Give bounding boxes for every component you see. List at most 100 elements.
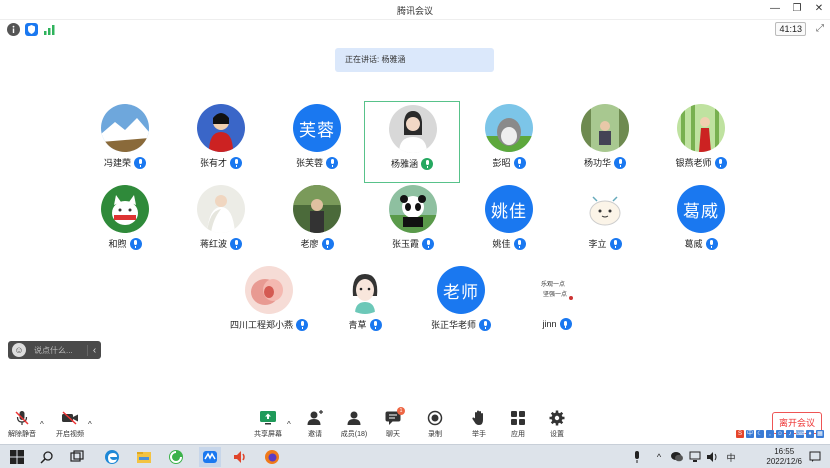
search-icon[interactable] [38,448,56,466]
share-options-chevron-icon[interactable]: ^ [287,420,291,429]
participant-name: 蒋红波 [199,239,227,249]
mic-icon [705,237,718,250]
participant-name-row: 蒋红波 [173,237,269,250]
green-refresh-app-icon[interactable] [167,448,185,466]
members-label: 成员(18) [340,431,368,438]
participant-tile[interactable]: 芙蓉 张芙蓉 [269,101,365,183]
participant-avatar [245,266,293,314]
settings-button[interactable]: 设置 [537,410,577,439]
minimize-icon[interactable]: — [768,2,782,16]
share-screen-button[interactable]: 共享屏幕 [248,410,288,439]
unmute-button[interactable]: 解除静音 [2,410,42,439]
participant-tile[interactable]: 老廖 [269,182,365,264]
ime-shirt-icon[interactable]: ♦ [806,430,814,438]
signal-icon[interactable] [43,23,56,36]
window-title: 腾讯会议 [396,6,433,16]
ime-grid-icon[interactable]: ▦ [816,430,824,438]
participant-avatar: 乐观一点 坚强一点 [533,266,581,314]
participant-name-row: 冯建荣 [77,156,173,169]
participant-name-row: 彭昭 [461,156,557,169]
meeting-window: 腾讯会议 — ❐ ✕ 41:13 ⤢ 正在讲话: 杨雅涵 冯建荣 张有才 芙蓉 张芙蓉… [0,0,830,444]
participant-tile[interactable]: 和煦 [77,182,173,264]
svg-text:坚强一点: 坚强一点 [543,290,567,298]
invite-button[interactable]: 邀请 [295,410,335,439]
participant-avatar [197,185,245,233]
task-view-icon[interactable] [68,448,86,466]
sogou-ime-icon[interactable]: S [736,430,744,438]
tray-volume-icon[interactable] [704,448,722,466]
file-explorer-icon[interactable] [135,448,153,466]
participant-avatar [341,266,389,314]
participant-name-row: 张正华老师 [413,318,509,331]
participant-tile[interactable]: 四川工程郑小燕 [221,263,317,345]
chat-placeholder[interactable]: 说点什么... [34,345,87,356]
tray-network-icon[interactable] [686,448,704,466]
audio-options-chevron-icon[interactable]: ^ [40,420,44,429]
participant-name: 张玉霞 [391,239,419,249]
emoji-icon[interactable]: ☺ [12,343,26,357]
mic-icon [559,318,572,330]
participant-tile[interactable]: 葛威 葛威 [653,182,749,264]
taskbar-clock[interactable]: 16:55 2022/12/6 [766,447,802,467]
participant-tile[interactable]: 青草 [317,263,413,345]
participant-tile[interactable]: 老师 张正华老师 [413,263,509,345]
tray-ime-icon[interactable]: 中 [722,448,740,466]
members-button[interactable]: 成员(18) [334,410,374,439]
participant-name-row: 葛威 [653,237,749,250]
participant-tile[interactable]: 姚佳 姚佳 [461,182,557,264]
tray-chevron-up-icon[interactable]: ^ [650,448,668,466]
participant-avatar [389,105,437,153]
windows-start-icon[interactable] [8,448,26,466]
participant-tile[interactable]: 蒋红波 [173,182,269,264]
ime-punct-icon[interactable]: , [766,430,774,438]
participant-tile[interactable]: 张有才 [173,101,269,183]
notification-icon[interactable] [806,448,824,466]
tencent-meeting-taskbar-icon[interactable] [199,447,221,467]
fullscreen-icon[interactable]: ⤢ [816,23,824,34]
apps-button[interactable]: 应用 [498,410,538,439]
participant-tile[interactable]: 乐观一点 坚强一点 jinn [509,263,605,345]
mic-icon [479,318,491,331]
raise-hand-button[interactable]: 举手 [459,410,499,439]
chat-input-box[interactable]: ☺ 说点什么... ‹ [8,341,101,359]
tray-wechat-icon[interactable] [668,448,686,466]
participant-avatar: 老师 [437,266,485,314]
apps-label: 应用 [511,431,525,438]
participant-name-row: 姚佳 [461,237,557,250]
restore-icon[interactable]: ❐ [790,2,804,16]
hand-icon [470,410,488,426]
ime-mic-icon[interactable]: ♪ [786,430,794,438]
participant-avatar [293,185,341,233]
start-video-button[interactable]: 开启视频 [50,410,90,439]
collapse-chat-icon[interactable]: ‹ [87,344,101,356]
tray-mic-icon[interactable] [628,448,646,466]
ime-emoji-icon[interactable]: ☺ [776,430,784,438]
ime-keyboard-icon[interactable]: ⌨ [796,430,805,438]
edge-browser-icon[interactable] [103,448,121,466]
ime-chinese-icon[interactable]: 中 [746,430,754,438]
share-screen-icon [259,410,277,426]
ime-moon-icon[interactable]: ☾ [756,430,764,438]
participant-avatar [101,185,149,233]
participant-tile[interactable]: 彭昭 [461,101,557,183]
firefox-icon[interactable] [263,448,281,466]
volume-app-icon[interactable] [231,448,249,466]
participant-tile[interactable]: 冯建荣 [77,101,173,183]
shield-icon[interactable] [25,23,38,36]
video-options-chevron-icon[interactable]: ^ [88,420,92,429]
participant-tile[interactable]: 杨雅涵 [364,101,460,183]
mic-icon [230,156,242,169]
bottom-toolbar: 解除静音 ^ 开启视频 ^ 共享屏幕 ^ 邀请 成员(18) 1 聊天 录制 举… [0,407,830,440]
participant-tile[interactable]: 银燕老师 [653,101,749,183]
participant-tile[interactable]: 杨功华 [557,101,653,183]
settings-label: 设置 [550,431,564,438]
participant-name: 老廖 [300,239,319,249]
participant-tile[interactable]: 张玉霞 [365,182,461,264]
participant-tile[interactable]: 李立 [557,182,653,264]
info-icon[interactable] [7,23,20,36]
participant-name-row: 老廖 [269,237,365,250]
close-icon[interactable]: ✕ [812,2,826,16]
chat-button[interactable]: 1 聊天 [373,407,413,439]
record-button[interactable]: 录制 [415,410,455,439]
clock-time: 16:55 [774,447,795,456]
